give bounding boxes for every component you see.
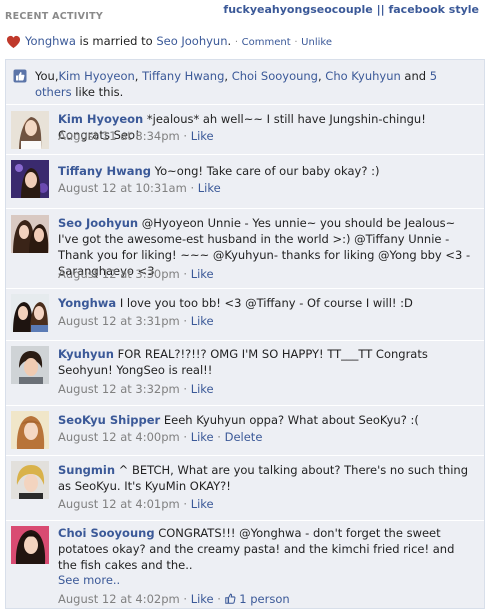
comment-text: SeoKyu Shipper Eeeh Kyuhyun oppa? What a… [58,412,476,428]
comment-meta: August 12 at 3:32pm · Like [58,382,214,396]
thumbs-up-icon [13,69,27,83]
story-actor-link[interactable]: Yonghwa [25,34,76,48]
likes-suffix: like this. [71,85,124,99]
comment-time: August 12 at 4:01pm [58,497,180,511]
like-link[interactable]: Like [191,497,214,511]
comment-author[interactable]: Kim Hyoyeon [58,112,143,126]
comment-text: Kyuhyun FOR REAL?!?!!? OMG I'M SO HAPPY!… [58,346,476,378]
comment-time: August 12 at 3:31pm [58,314,180,328]
avatar[interactable] [11,346,49,384]
avatar[interactable] [11,526,49,564]
avatar[interactable] [11,461,49,499]
thumbs-up-icon [224,593,236,604]
unlike-link[interactable]: Unlike [301,37,332,48]
comment-author[interactable]: SeoKyu Shipper [58,413,160,427]
comment-author[interactable]: Sungmin [58,463,115,477]
comment-author[interactable]: Tiffany Hwang [58,164,151,178]
header-bar: RECENT ACTIVITY fuckyeahyongseocouple ||… [0,0,489,28]
likes-prefix: You, [35,69,59,83]
comment-author[interactable]: Kyuhyun [58,347,114,361]
comment-body: FOR REAL?!?!!? OMG I'M SO HAPPY! TT___TT… [58,347,428,377]
likes-summary: You,Kim Hyoyeon, Tiffany Hwang, Choi Soo… [6,60,484,105]
liker-link[interactable]: Cho Kyuhyun [325,69,400,83]
like-link[interactable]: Like [191,314,214,328]
avatar[interactable] [11,294,49,332]
comment-time: August 12 at 3:30pm [58,267,180,281]
comment-item: Seo Joohyun @Hyoyeon Unnie - Yes unnie~ … [6,208,484,289]
story-verb: is married to [75,34,157,48]
like-link[interactable]: Like [191,129,214,143]
section-title: RECENT ACTIVITY [5,11,104,22]
relationship-story: Yonghwa is married to Seo Joohyun. · Com… [6,34,332,52]
comment-time: August 12 at 4:02pm [58,592,180,606]
comment-item: SeoKyu Shipper Eeeh Kyuhyun oppa? What a… [6,405,484,456]
avatar[interactable] [11,215,49,253]
avatar[interactable] [11,111,49,149]
avatar[interactable] [11,160,49,198]
comment-time: August 12 at 10:31am [58,181,187,195]
comment-body: I love you too bb! <3 @Tiffany - Of cour… [116,296,413,310]
comment-body: Eeeh Kyuhyun oppa? What about SeoKyu? :( [160,413,419,427]
like-link[interactable]: Like [198,181,221,195]
comment-meta: August 12 at 4:02pm · Like · 1 person [58,592,290,606]
comment-body: Yo~ong! Take care of our baby okay? :) [150,164,380,178]
like-link[interactable]: Like [191,382,214,396]
likes-text: You,Kim Hyoyeon, Tiffany Hwang, Choi Soo… [35,69,438,99]
comment-meta: August 12 at 4:00pm · Like · Delete [58,430,263,444]
comment-text: Choi Sooyoung CONGRATS!!! @Yonghwa - don… [58,525,476,573]
comment-item: Tiffany Hwang Yo~ong! Take care of our b… [6,154,484,209]
like-count-link[interactable]: 1 person [239,592,289,606]
comment-meta: August 12 at 4:01pm · Like [58,497,214,511]
likes-and: and [400,69,430,83]
comment-item: Kyuhyun FOR REAL?!?!!? OMG I'M SO HAPPY!… [6,340,484,406]
comment-time: August 12 at 4:00pm [58,430,180,444]
liker-link[interactable]: Kim Hyoyeon [58,69,134,83]
like-link[interactable]: Like [191,592,214,606]
brand-link[interactable]: fuckyeahyongseocouple || facebook style [223,3,479,16]
like-link[interactable]: Like [191,267,214,281]
comment-text: Yonghwa I love you too bb! <3 @Tiffany -… [58,295,476,311]
comment-author[interactable]: Seo Joohyun [58,216,138,230]
comment-meta: August 12 at 3:30pm · Like [58,267,214,281]
story-period: . [227,34,232,48]
comment-meta: August 11 at 8:34pm · Like [58,129,214,143]
comment-item: Yonghwa I love you too bb! <3 @Tiffany -… [6,288,484,341]
comment-time: August 12 at 3:32pm [58,382,180,396]
comment-meta: August 12 at 10:31am · Like [58,181,221,195]
liker-link[interactable]: Tiffany Hwang [142,69,224,83]
comment-text: Tiffany Hwang Yo~ong! Take care of our b… [58,163,476,179]
comment-time: August 11 at 8:34pm [58,129,180,143]
comment-meta: August 12 at 3:31pm · Like [58,314,214,328]
story-partner-link[interactable]: Seo Joohyun [156,34,227,48]
comment-item: Sungmin ^ BETCH, What are you talking ab… [6,455,484,521]
heart-icon [6,35,21,48]
comment-text: Sungmin ^ BETCH, What are you talking ab… [58,462,476,494]
comment-link[interactable]: Comment [242,37,291,48]
see-more-link[interactable]: See more.. [58,573,120,587]
comment-item: Kim Hyoyeon *jealous* ah well~~ I still … [6,104,484,155]
comment-feed: You,Kim Hyoyeon, Tiffany Hwang, Choi Soo… [5,59,485,609]
avatar[interactable] [11,411,49,449]
delete-link[interactable]: Delete [225,430,263,444]
comment-author[interactable]: Yonghwa [58,296,116,310]
comment-body: ^ BETCH, What are you talking about? The… [58,463,469,493]
comment-item: Choi Sooyoung CONGRATS!!! @Yonghwa - don… [6,520,484,609]
liker-link[interactable]: Choi Sooyoung [232,69,318,83]
comment-author[interactable]: Choi Sooyoung [58,526,155,540]
like-link[interactable]: Like [191,430,214,444]
